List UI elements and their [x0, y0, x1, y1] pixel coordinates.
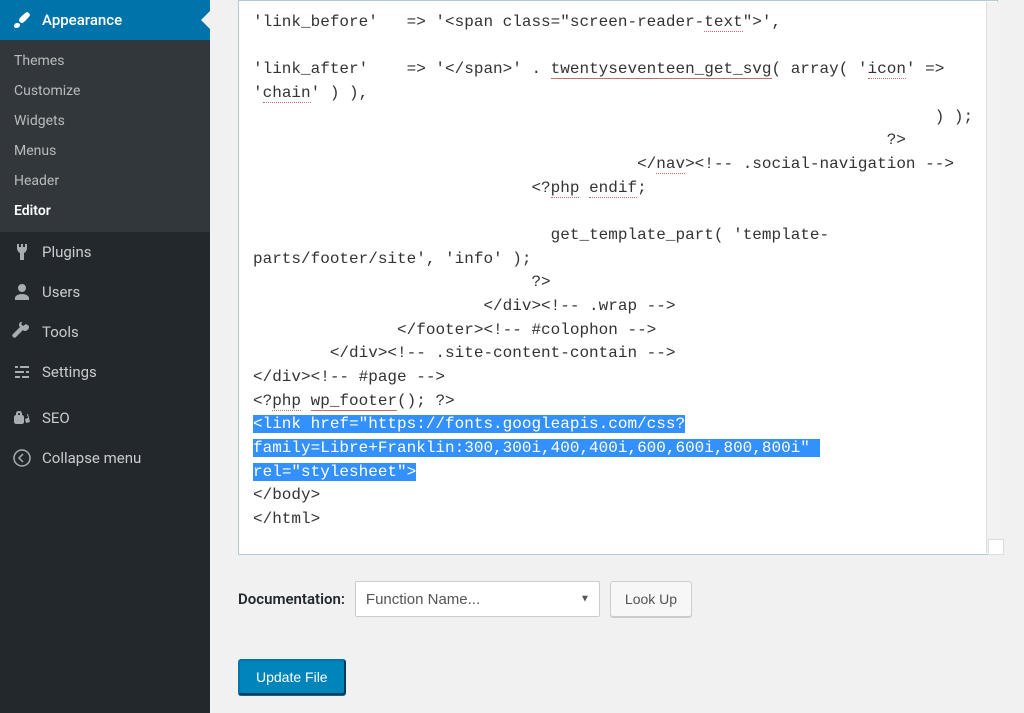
submenu-customize[interactable]: Customize: [0, 76, 210, 106]
menu-label: Collapse menu: [42, 449, 141, 467]
menu-label: Users: [42, 283, 80, 301]
menu-label: Settings: [42, 363, 97, 381]
code-editor-wrap: 'link_before' => '<span class="screen-re…: [238, 0, 1004, 555]
function-name-select[interactable]: Function Name...: [355, 581, 600, 617]
documentation-label: Documentation:: [238, 590, 345, 608]
user-icon: [12, 282, 32, 302]
sidebar-item-seo[interactable]: SEO: [0, 398, 210, 438]
submenu-themes[interactable]: Themes: [0, 46, 210, 76]
wrench-icon: [12, 322, 32, 342]
menu-label: SEO: [42, 409, 70, 427]
sliders-icon: [12, 362, 32, 382]
menu-label: Tools: [42, 323, 79, 341]
submenu-menus[interactable]: Menus: [0, 136, 210, 166]
documentation-row: Documentation: Function Name... Look Up: [238, 581, 1004, 617]
scrollbar[interactable]: [986, 2, 1002, 553]
lookup-button[interactable]: Look Up: [610, 581, 692, 617]
scroll-corner: [988, 539, 1004, 555]
submenu-widgets[interactable]: Widgets: [0, 106, 210, 136]
brush-icon: [12, 10, 32, 30]
sidebar-item-plugins[interactable]: Plugins: [0, 232, 210, 272]
sidebar-item-users[interactable]: Users: [0, 272, 210, 312]
seo-icon: [12, 408, 32, 428]
code-editor-textarea[interactable]: 'link_before' => '<span class="screen-re…: [238, 0, 998, 555]
appearance-submenu: Themes Customize Widgets Menus Header Ed…: [0, 40, 210, 232]
plug-icon: [12, 242, 32, 262]
sidebar-collapse[interactable]: Collapse menu: [0, 438, 210, 478]
collapse-icon: [12, 448, 32, 468]
submenu-editor[interactable]: Editor: [0, 196, 210, 226]
menu-label: Plugins: [42, 243, 91, 261]
main-content: 'link_before' => '<span class="screen-re…: [210, 0, 1024, 713]
sidebar-item-settings[interactable]: Settings: [0, 352, 210, 392]
sidebar-item-appearance[interactable]: Appearance: [0, 0, 210, 40]
admin-sidebar: Appearance Themes Customize Widgets Menu…: [0, 0, 210, 713]
update-file-button[interactable]: Update File: [238, 659, 346, 695]
menu-label: Appearance: [42, 11, 122, 29]
submenu-header[interactable]: Header: [0, 166, 210, 196]
sidebar-item-tools[interactable]: Tools: [0, 312, 210, 352]
